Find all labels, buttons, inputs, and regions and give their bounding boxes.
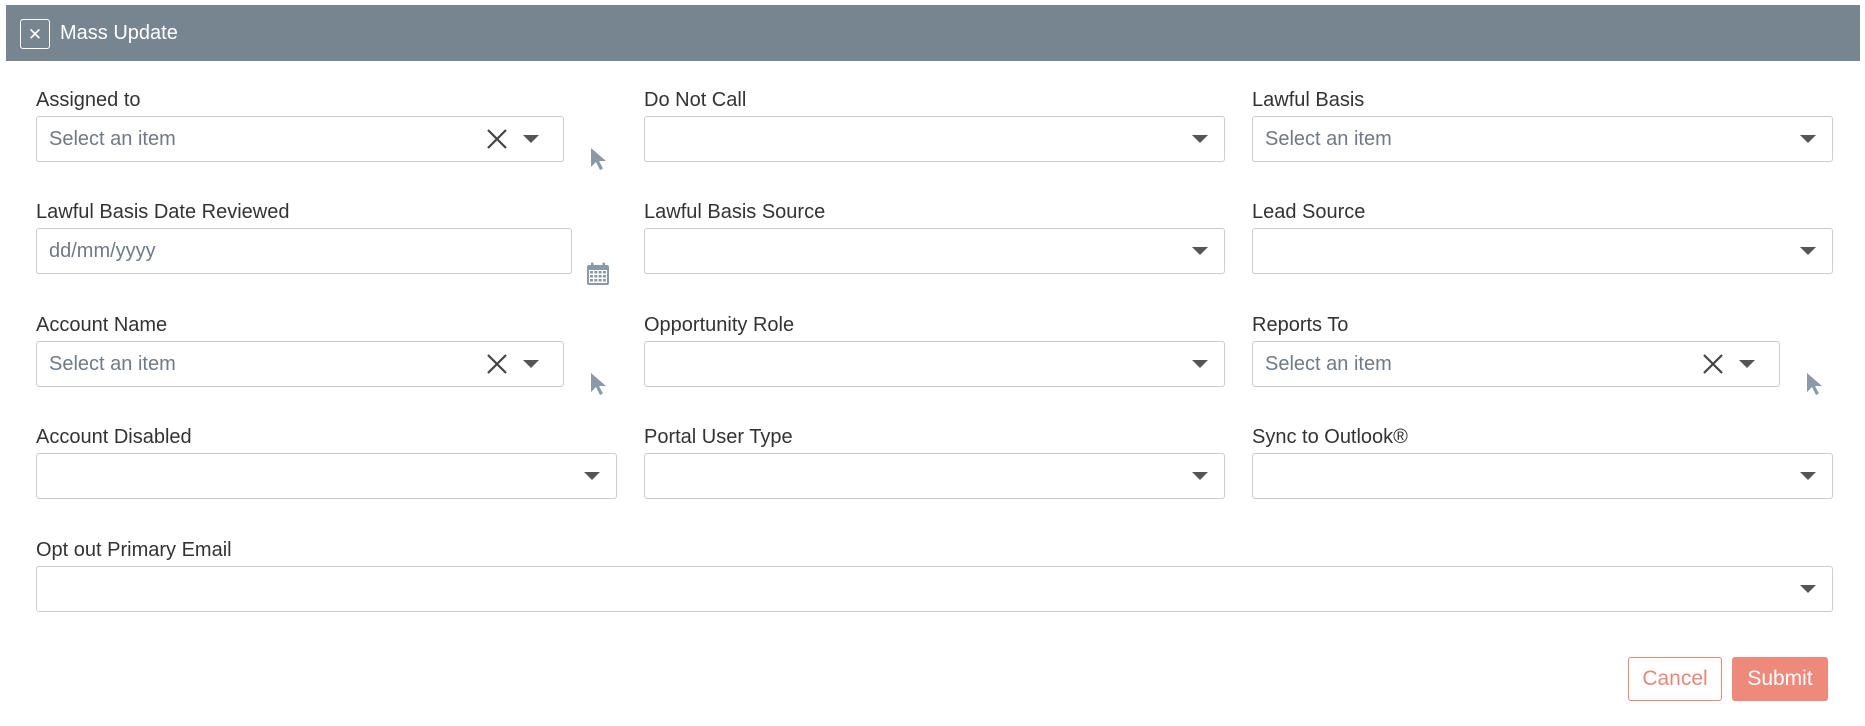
calendar-icon[interactable] — [586, 262, 610, 291]
lawful-basis-placeholder: Select an item — [1265, 128, 1392, 150]
chevron-down-icon — [1800, 135, 1816, 143]
account-name-select[interactable]: Select an item — [36, 341, 564, 387]
assigned-to-placeholder: Select an item — [49, 128, 176, 150]
dialog-header: ✕ Mass Update — [6, 5, 1860, 61]
opportunity-role-label: Opportunity Role — [644, 314, 795, 336]
opportunity-role-select[interactable] — [644, 341, 1225, 387]
opt-out-primary-email-label: Opt out Primary Email — [36, 539, 232, 561]
cancel-button[interactable]: Cancel — [1628, 657, 1722, 701]
close-button[interactable]: ✕ — [20, 19, 50, 49]
portal-user-type-label: Portal User Type — [644, 426, 793, 448]
account-name-placeholder: Select an item — [49, 353, 176, 375]
reports-to-select[interactable]: Select an item — [1252, 341, 1780, 387]
sync-to-outlook-label: Sync to Outlook® — [1252, 426, 1408, 448]
chevron-down-icon — [1192, 360, 1208, 368]
select-pointer-icon[interactable] — [589, 372, 609, 401]
chevron-down-icon — [584, 472, 600, 480]
lead-source-label: Lead Source — [1252, 201, 1366, 223]
assigned-to-label: Assigned to — [36, 89, 141, 111]
reports-to-placeholder: Select an item — [1265, 353, 1392, 375]
date-placeholder: dd/mm/yyyy — [49, 240, 156, 262]
chevron-down-icon — [1192, 472, 1208, 480]
assigned-to-select[interactable]: Select an item — [36, 116, 564, 162]
lawful-basis-source-select[interactable] — [644, 228, 1225, 274]
chevron-down-icon[interactable] — [523, 135, 539, 143]
clear-icon[interactable] — [1702, 353, 1724, 375]
chevron-down-icon — [1192, 247, 1208, 255]
chevron-down-icon[interactable] — [1739, 360, 1755, 368]
lawful-basis-date-label: Lawful Basis Date Reviewed — [36, 201, 290, 223]
account-disabled-select[interactable] — [36, 453, 617, 499]
opt-out-primary-email-select[interactable] — [36, 566, 1833, 612]
clear-icon[interactable] — [486, 353, 508, 375]
lawful-basis-select[interactable]: Select an item — [1252, 116, 1833, 162]
portal-user-type-select[interactable] — [644, 453, 1225, 499]
lawful-basis-date-input[interactable]: dd/mm/yyyy — [36, 228, 572, 274]
mass-update-dialog: ✕ Mass Update Assigned to Select an item… — [6, 5, 1860, 726]
chevron-down-icon — [1800, 247, 1816, 255]
chevron-down-icon — [1800, 472, 1816, 480]
select-pointer-icon[interactable] — [589, 147, 609, 176]
account-disabled-label: Account Disabled — [36, 426, 192, 448]
dialog-title: Mass Update — [60, 22, 178, 44]
close-icon: ✕ — [27, 24, 43, 44]
lawful-basis-label: Lawful Basis — [1252, 89, 1365, 111]
clear-icon[interactable] — [486, 128, 508, 150]
lawful-basis-source-label: Lawful Basis Source — [644, 201, 826, 223]
sync-to-outlook-select[interactable] — [1252, 453, 1833, 499]
chevron-down-icon[interactable] — [523, 360, 539, 368]
chevron-down-icon — [1192, 135, 1208, 143]
select-pointer-icon[interactable] — [1805, 372, 1825, 401]
submit-button[interactable]: Submit — [1732, 657, 1828, 701]
reports-to-label: Reports To — [1252, 314, 1349, 336]
do-not-call-select[interactable] — [644, 116, 1225, 162]
chevron-down-icon — [1800, 585, 1816, 593]
do-not-call-label: Do Not Call — [644, 89, 747, 111]
lead-source-select[interactable] — [1252, 228, 1833, 274]
account-name-label: Account Name — [36, 314, 168, 336]
